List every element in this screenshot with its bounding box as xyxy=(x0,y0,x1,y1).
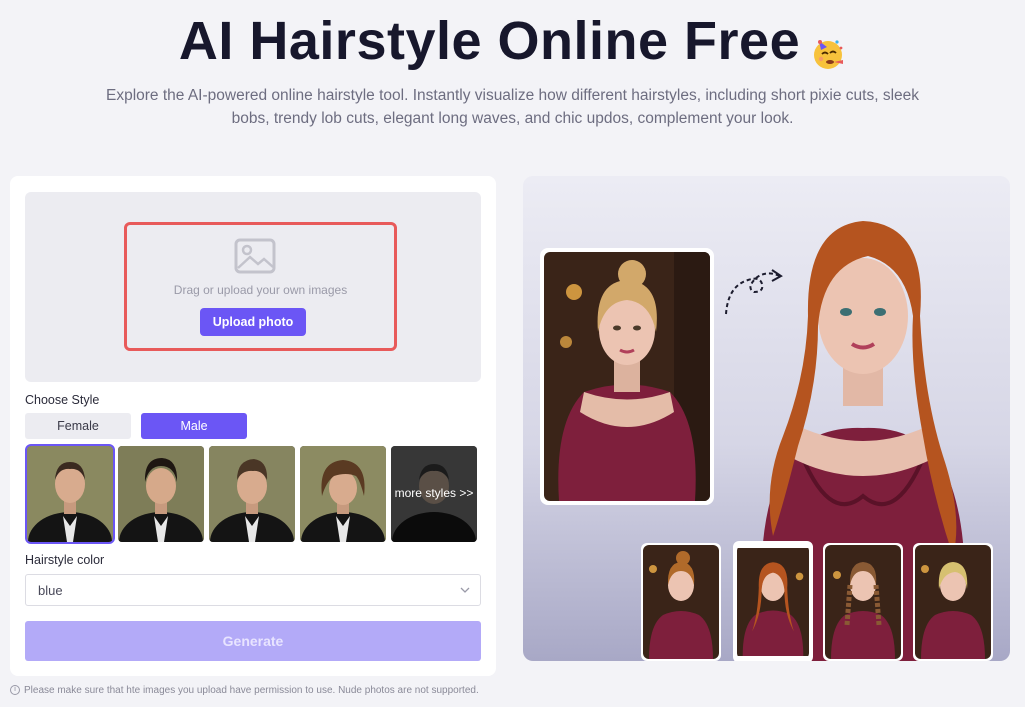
variation-braids[interactable] xyxy=(823,543,903,661)
upload-highlight-box: Drag or upload your own images Upload ph… xyxy=(124,222,397,351)
style-thumbnails: more styles >> xyxy=(25,444,481,544)
style-thumbnail-slick-back[interactable] xyxy=(118,446,204,542)
style-thumbnail-curly-medium[interactable] xyxy=(300,446,386,542)
permission-notice: i Please make sure that hte images you up… xyxy=(10,685,479,696)
chevron-down-icon xyxy=(460,587,470,593)
page-title: AI Hairstyle Online Free xyxy=(0,8,1025,74)
style-thumbnail-short-crop[interactable] xyxy=(25,444,115,544)
choose-style-label: Choose Style xyxy=(25,393,100,407)
result-variations xyxy=(641,541,1001,661)
before-after-preview xyxy=(523,176,1010,661)
image-icon xyxy=(234,238,276,274)
tab-male[interactable]: Male xyxy=(141,413,247,439)
more-styles-label: more styles >> xyxy=(394,486,474,500)
editor-panel: Drag or upload your own images Upload ph… xyxy=(10,176,496,676)
hairstyle-color-select[interactable]: blue xyxy=(25,574,481,606)
party-face-icon xyxy=(810,21,846,69)
style-thumbnail-textured-quiff[interactable] xyxy=(209,446,295,542)
page-subtitle: Explore the AI-powered online hairstyle … xyxy=(105,87,920,127)
variation-pixie[interactable] xyxy=(913,543,993,661)
tab-female[interactable]: Female xyxy=(25,413,131,439)
page-title-text: AI Hairstyle Online Free xyxy=(178,11,801,71)
permission-notice-text: Please make sure that hte images you upl… xyxy=(24,685,479,696)
variation-long-waves[interactable] xyxy=(733,541,813,661)
dashed-arrow-icon xyxy=(725,269,783,315)
hairstyle-color-value: blue xyxy=(38,583,63,598)
more-styles-button[interactable]: more styles >> xyxy=(391,446,477,542)
upload-hint: Drag or upload your own images xyxy=(173,283,348,297)
variation-updo[interactable] xyxy=(641,543,721,661)
info-icon: i xyxy=(10,685,20,696)
before-image xyxy=(540,248,714,505)
generate-button[interactable]: Generate xyxy=(25,621,481,661)
upload-dropzone[interactable]: Drag or upload your own images Upload ph… xyxy=(25,192,481,382)
hairstyle-color-label: Hairstyle color xyxy=(25,553,105,567)
upload-photo-button[interactable]: Upload photo xyxy=(200,308,306,336)
